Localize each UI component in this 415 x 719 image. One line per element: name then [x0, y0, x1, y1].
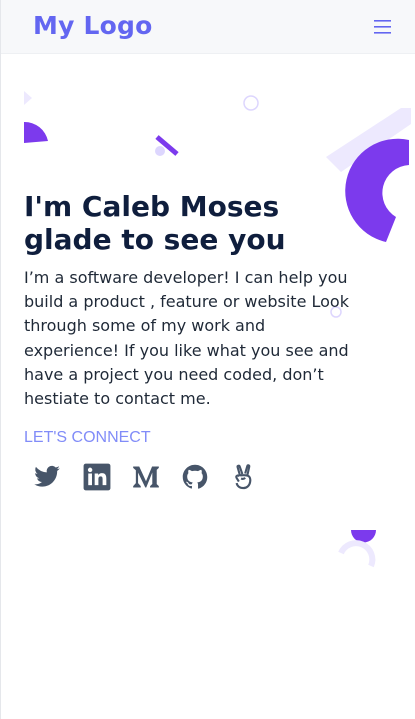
navbar: My Logo: [1, 0, 415, 54]
light-arc-shape: [338, 540, 376, 568]
logo[interactable]: My Logo: [33, 11, 152, 40]
github-link[interactable]: [181, 463, 209, 491]
hero-title: I'm Caleb Moses glade to see you: [24, 190, 384, 256]
twitter-link[interactable]: [33, 463, 61, 491]
hero-title-line-2: glade to see you: [24, 223, 286, 256]
hero-title-line-1: I'm Caleb Moses: [24, 190, 280, 223]
lets-connect-label: LET'S CONNECT: [24, 429, 151, 446]
page: My Logo I'm Caleb Moses glade to see you…: [0, 0, 415, 719]
github-icon: [182, 464, 208, 489]
menu-button[interactable]: [372, 18, 394, 36]
twitter-icon: [34, 465, 60, 487]
light-dot-shape: [155, 146, 165, 156]
hamburger-menu-icon: [374, 20, 391, 34]
medium-link[interactable]: [132, 463, 160, 491]
angellist-link[interactable]: [230, 463, 258, 491]
outline-circle-shape: [243, 95, 259, 111]
medium-icon: [133, 466, 159, 488]
linkedin-icon: [83, 463, 111, 491]
small-triangle-shape: [24, 91, 32, 105]
linkedin-link[interactable]: [83, 463, 111, 491]
hero-description: I’m a software developer! I can help you…: [24, 268, 349, 409]
purple-half-circle-shape: [24, 121, 48, 143]
angellist-icon: [235, 464, 252, 490]
